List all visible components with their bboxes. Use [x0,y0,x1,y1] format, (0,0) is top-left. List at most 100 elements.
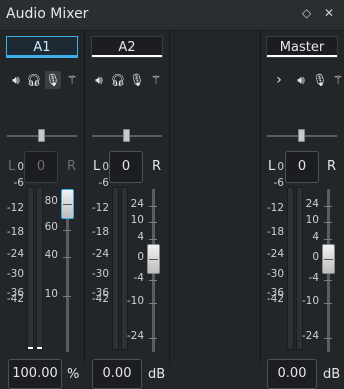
level-meter-left [112,187,119,350]
microphone-icon[interactable]: 🎙︎ [129,71,145,89]
fader-scale-label: 10 [130,214,144,226]
channel-name-button-a1[interactable]: A1 [6,36,78,58]
balance-input-a1[interactable]: 0 [24,151,58,183]
volume-value-input-a2[interactable]: 0.00 [92,359,142,389]
volume-fader-handle-a2[interactable] [147,244,160,274]
meter-scale-label: -42 [6,293,24,305]
magic-wand-icon[interactable]: ⚚ [64,71,80,89]
balance-input-a2[interactable]: 0 [109,151,143,183]
fader-tick [63,230,71,231]
meter-scale-label: -24 [266,248,284,260]
volume-value-input-master[interactable]: 0.00 [267,359,317,389]
magic-wand-icon[interactable]: ⚚ [330,71,344,89]
headphones-icon[interactable]: 🎧︎ [110,71,126,89]
fader-scale-label: -24 [301,330,319,342]
channel-active-indicator [7,55,77,57]
level-meter-left [287,187,294,350]
volume-unit-master: dB [323,367,341,382]
meter-scale-label: 0 [277,161,284,173]
level-meter-right [36,187,43,350]
fader-scale-label: 24 [305,198,319,210]
fader-tick [149,222,157,223]
fader-scale-label: 0 [312,251,319,263]
fader-scale-label: -10 [126,295,144,307]
meter-scale-label: -6 [13,177,24,189]
meter-scale-label: -30 [266,268,284,280]
meter-scale-label: -12 [91,202,109,214]
pan-slider-handle[interactable] [38,129,45,142]
chevron-right-icon[interactable]: › [271,71,287,89]
channel-strip-master: Master › 🔊︎ 🎙︎ ⚚ L 0 R 0 -6 -12 -18 -24 … [261,31,344,389]
pan-slider-master[interactable] [267,129,337,143]
speaker-icon[interactable]: 🔊︎ [8,71,24,89]
fader-tick [324,222,332,223]
meter-scale-label: -24 [6,248,24,260]
pan-slider-a2[interactable] [92,129,162,143]
fader-scale-label: 4 [312,231,319,243]
channel-name-a2: A2 [118,40,136,55]
channel-icons-a2: 🔊︎ 🎧︎ 🎙︎ ⚚ [91,71,167,89]
meter-scale-label: -42 [266,293,284,305]
fader-scale-label: 24 [130,198,144,210]
speaker-icon[interactable]: 🔊︎ [91,71,107,89]
volume-value-input-a1[interactable]: 100.00 [8,359,62,389]
fader-tick [324,338,332,339]
meter-scale-label: -18 [266,226,284,238]
channel-name-button-master[interactable]: Master [266,36,338,58]
channel-strip-a2: A2 🔊︎ 🎧︎ 🎙︎ ⚚ L 0 R 0 -6 -12 -18 -24 -30… [85,31,169,389]
channel-name-master: Master [279,40,325,55]
fader-scale-label: 10 [305,214,319,226]
meter-scale-label: 0 [17,161,24,173]
pan-slider-a1[interactable] [7,129,77,143]
balance-right-label: R [67,159,77,174]
channel-active-indicator [92,55,162,57]
volume-unit-a2: dB [148,367,166,382]
level-meter-right [296,187,303,350]
meter-scale-label: -30 [6,268,24,280]
float-icon[interactable]: ◇ [302,6,311,20]
channel-name-a1: A1 [33,40,51,55]
microphone-icon[interactable]: 🎙︎ [312,71,328,89]
meter-scale-label: -30 [91,268,109,280]
volume-fader-handle-master[interactable] [322,244,335,274]
balance-right-label: R [152,159,162,174]
level-meter-left [27,187,34,350]
volume-fader-handle-a1[interactable] [61,189,74,219]
balance-input-master[interactable]: 0 [285,151,319,183]
pan-slider-handle[interactable] [123,129,130,142]
fader-tick [63,257,71,258]
fader-tick [324,280,332,281]
mixer-empty-area [170,31,260,365]
meter-peak [37,347,42,349]
channel-active-indicator [267,55,337,57]
title-bar: Audio Mixer ◇ ✕ [0,0,344,31]
fader-tick [149,239,157,240]
level-meter-right [121,187,128,350]
magic-wand-icon[interactable]: ⚚ [148,71,164,89]
volume-unit-a1: % [67,367,80,382]
meter-scale-label: -6 [273,177,284,189]
fader-tick [149,303,157,304]
fader-tick [324,206,332,207]
fader-tick [149,206,157,207]
fader-scale-label: 80 [44,195,58,207]
pan-slider-handle[interactable] [298,129,305,142]
microphone-icon[interactable]: 🎙︎ [45,71,61,89]
fader-tick [324,239,332,240]
fader-scale-label: 40 [44,249,58,261]
fader-scale-label: -24 [126,330,144,342]
fader-scale-label: 0 [137,251,144,263]
channel-name-button-a2[interactable]: A2 [91,36,163,58]
close-icon[interactable]: ✕ [324,6,334,20]
window-title: Audio Mixer [6,6,89,22]
fader-tick [324,303,332,304]
fader-tick [63,296,71,297]
fader-scale-label: 4 [137,231,144,243]
channel-strip-a1: A1 🔊︎ 🎧︎ 🎙︎ ⚚ L 0 R 0 -6 -12 -18 -24 -30… [0,31,84,389]
headphones-icon[interactable]: 🎧︎ [26,71,42,89]
fader-tick [149,338,157,339]
meter-scale-label: 0 [102,161,109,173]
fader-scale-label: -10 [301,295,319,307]
speaker-icon[interactable]: 🔊︎ [293,71,309,89]
fader-scale-label: 60 [44,221,58,233]
